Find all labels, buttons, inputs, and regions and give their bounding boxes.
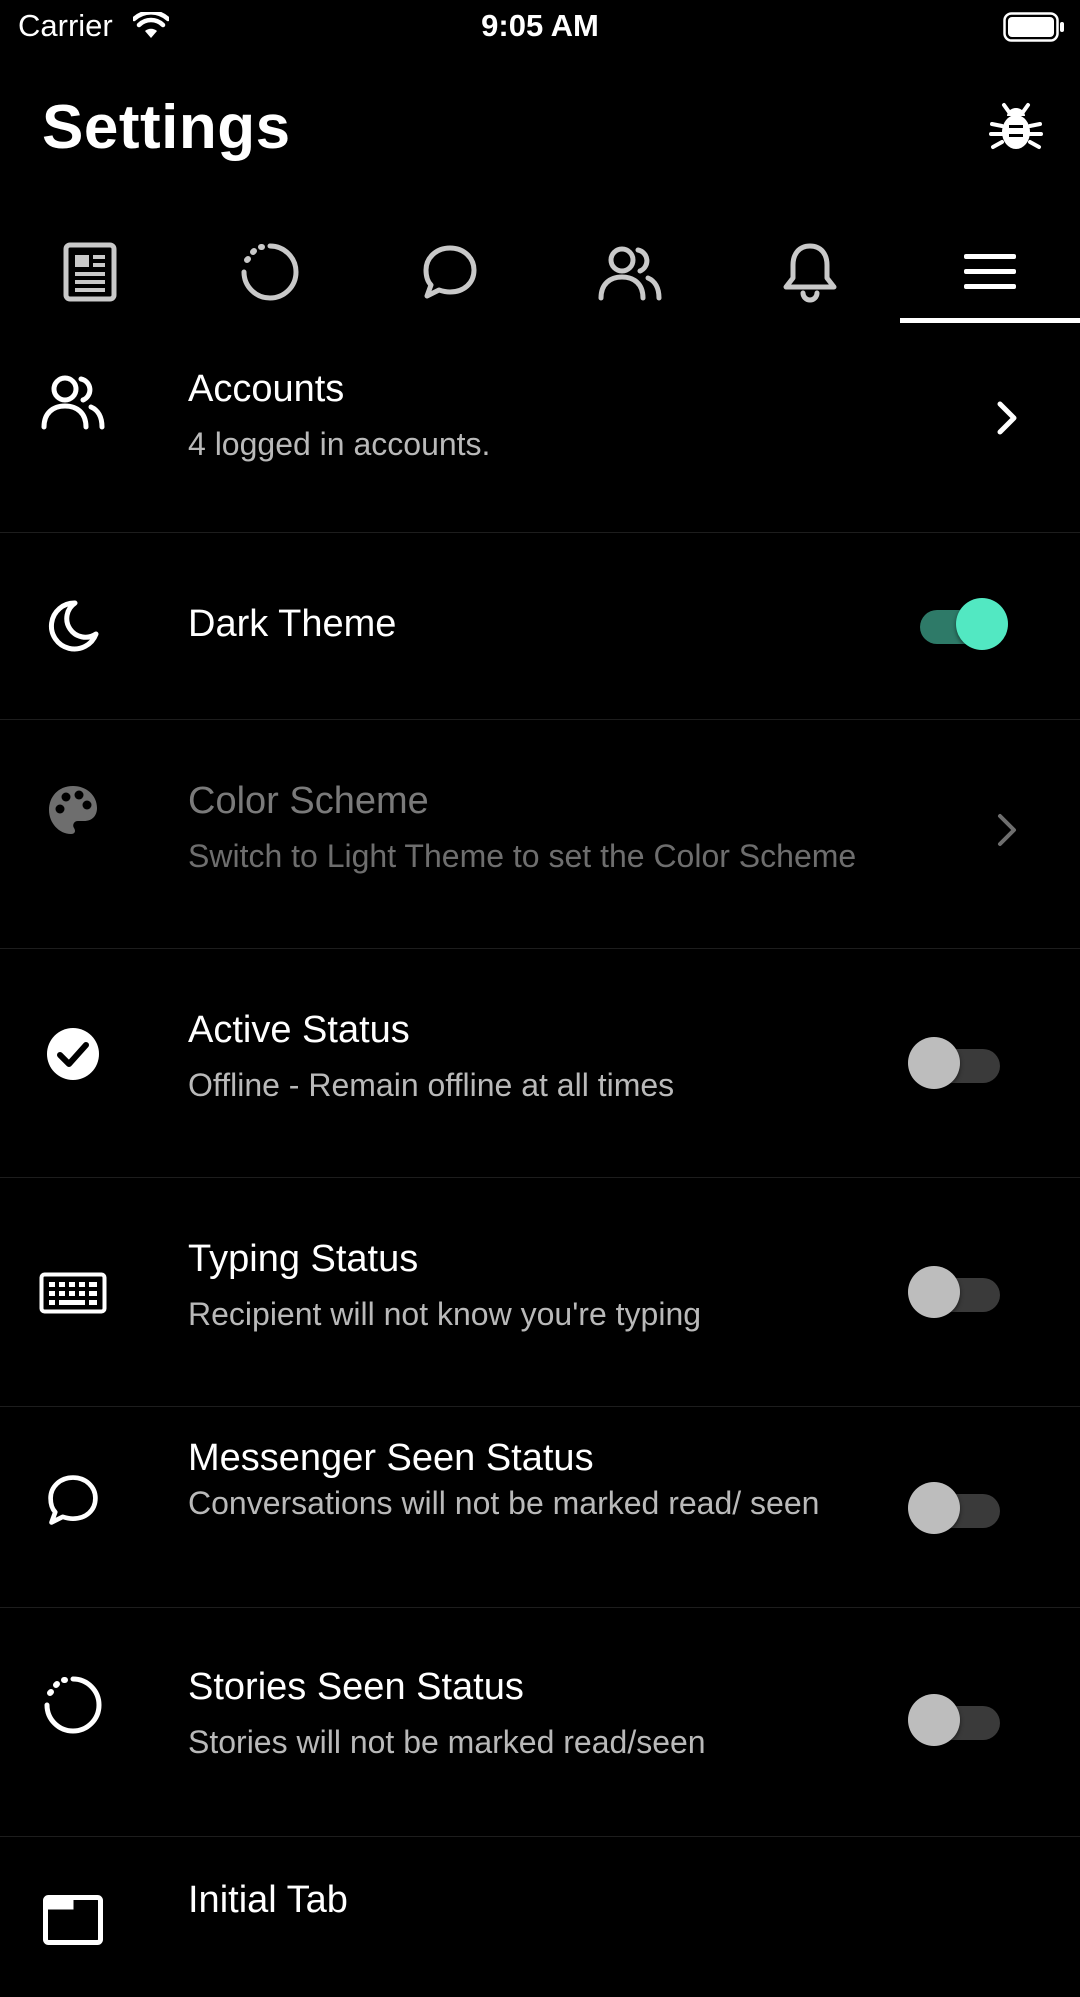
bug-icon[interactable] xyxy=(988,100,1044,156)
stories-ring-icon xyxy=(38,1670,108,1740)
tab-people[interactable] xyxy=(540,220,720,324)
dark-theme-toggle[interactable] xyxy=(908,596,1008,652)
active-status-toggle[interactable] xyxy=(908,1035,1004,1091)
dark-theme-label: Dark Theme xyxy=(188,603,397,645)
status-time: 9:05 AM xyxy=(481,8,599,43)
stories-seen-toggle[interactable] xyxy=(908,1692,1004,1748)
toggle-knob xyxy=(956,598,1008,650)
people-icon xyxy=(598,246,662,301)
tab-bar xyxy=(0,220,1080,324)
active-status-label: Active Status xyxy=(188,1009,410,1051)
battery-icon xyxy=(1003,12,1065,47)
chevron-right-icon xyxy=(990,810,1024,850)
active-status-row[interactable]: Active Status Offline - Remain offline a… xyxy=(0,949,1080,1178)
chevron-right-icon xyxy=(990,398,1024,438)
tab-menu[interactable] xyxy=(900,220,1080,324)
messenger-seen-row[interactable]: Messenger Seen Status Conversations will… xyxy=(0,1407,1080,1608)
active-status-subtitle: Offline - Remain offline at all times xyxy=(188,1067,675,1103)
initial-tab-label: Initial Tab xyxy=(188,1879,348,1921)
menu-icon xyxy=(964,254,1016,289)
typing-status-subtitle: Recipient will not know you're typing xyxy=(188,1296,702,1332)
chat-bubble-icon xyxy=(423,245,477,299)
chat-bubble-icon xyxy=(38,1465,108,1535)
stories-ring-icon xyxy=(241,243,299,301)
messenger-seen-label: Messenger Seen Status xyxy=(188,1437,594,1479)
messenger-seen-toggle[interactable] xyxy=(908,1480,1004,1536)
people-icon xyxy=(38,366,108,436)
selected-tab-indicator xyxy=(900,318,1080,323)
tab-stories[interactable] xyxy=(180,220,360,324)
typing-status-label: Typing Status xyxy=(188,1238,419,1280)
toggle-knob xyxy=(908,1482,960,1534)
news-feed-icon xyxy=(63,242,117,302)
stories-seen-label: Stories Seen Status xyxy=(188,1666,524,1708)
accounts-label: Accounts xyxy=(188,368,345,410)
check-circle-icon xyxy=(38,1019,108,1089)
dark-theme-row[interactable]: Dark Theme xyxy=(0,533,1080,720)
toggle-knob xyxy=(908,1266,960,1318)
tab-icon xyxy=(38,1885,108,1955)
status-bar: Carrier 9:05 AM xyxy=(0,0,1080,56)
toggle-knob xyxy=(908,1694,960,1746)
tab-messages[interactable] xyxy=(360,220,540,324)
tab-news-feed[interactable] xyxy=(0,220,180,324)
bell-icon xyxy=(783,243,837,303)
stories-seen-row[interactable]: Stories Seen Status Stories will not be … xyxy=(0,1608,1080,1837)
messenger-seen-subtitle: Conversations will not be marked read/ s… xyxy=(188,1485,820,1521)
header: Settings xyxy=(0,80,1080,180)
color-scheme-subtitle: Switch to Light Theme to set the Color S… xyxy=(188,838,857,874)
color-scheme-label: Color Scheme xyxy=(188,780,429,822)
typing-status-row[interactable]: Typing Status Recipient will not know yo… xyxy=(0,1178,1080,1407)
accounts-subtitle: 4 logged in accounts. xyxy=(188,426,491,462)
moon-icon xyxy=(38,591,108,661)
page-title: Settings xyxy=(42,93,291,162)
typing-status-toggle[interactable] xyxy=(908,1264,1004,1320)
color-scheme-row[interactable]: Color Scheme Switch to Light Theme to se… xyxy=(0,720,1080,949)
accounts-row[interactable]: Accounts 4 logged in accounts. xyxy=(0,324,1080,533)
toggle-knob xyxy=(908,1037,960,1089)
keyboard-icon xyxy=(38,1258,108,1328)
palette-icon xyxy=(38,775,108,845)
tab-notifications[interactable] xyxy=(720,220,900,324)
stories-seen-subtitle: Stories will not be marked read/seen xyxy=(188,1724,706,1760)
initial-tab-row[interactable]: Initial Tab xyxy=(0,1837,1080,1997)
